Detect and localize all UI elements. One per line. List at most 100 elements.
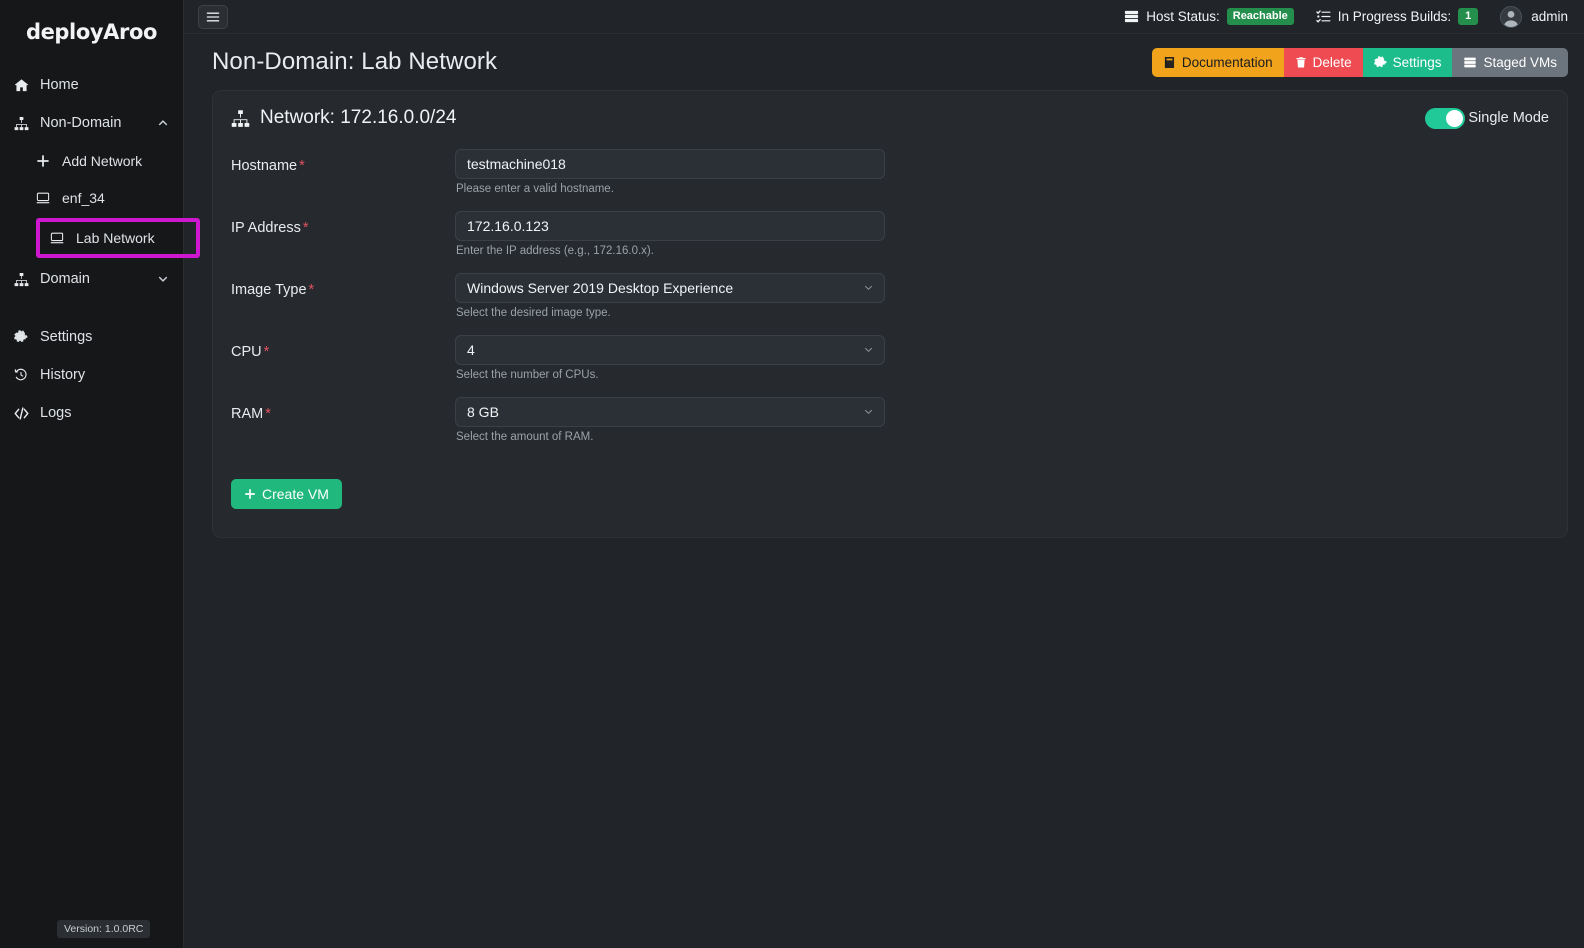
settings-button-label: Settings	[1392, 54, 1442, 70]
field-ram-help: Select the amount of RAM.	[456, 431, 594, 443]
ip-address-input[interactable]	[455, 211, 885, 241]
required-marker: *	[299, 158, 305, 174]
host-status-label: Host Status:	[1146, 8, 1220, 24]
create-vm-button[interactable]: Create VM	[231, 479, 342, 509]
required-marker: *	[308, 282, 315, 298]
sitemap-icon	[14, 116, 36, 131]
ram-select-wrap: 8 GB	[455, 397, 885, 427]
field-cpu-help: Select the number of CPUs.	[456, 369, 599, 381]
field-cpu-label-text: CPU	[231, 344, 262, 360]
server-icon	[1463, 56, 1477, 69]
server-icon	[1124, 9, 1139, 24]
user-menu[interactable]: admin	[1500, 5, 1568, 28]
sidebar-item-non-domain-label: Non-Domain	[40, 115, 122, 131]
host-status: Host Status: Reachable	[1124, 8, 1294, 25]
sidebar-item-settings[interactable]: Settings	[0, 318, 183, 356]
avatar	[1500, 5, 1523, 28]
vm-form: Hostname* Please enter a valid hostname.…	[213, 139, 1567, 537]
ram-select[interactable]: 8 GB	[455, 397, 885, 427]
field-hostname-control: Please enter a valid hostname.	[455, 149, 885, 205]
chevron-up-icon[interactable]	[157, 117, 169, 129]
list-check-icon	[1316, 9, 1331, 24]
toggle-switch[interactable]	[1425, 107, 1466, 129]
network-card-title-text: Network: 172.16.0.0/24	[260, 107, 457, 128]
page-header: Non-Domain: Lab Network Documentation De…	[184, 34, 1584, 90]
hostname-input[interactable]	[455, 149, 885, 179]
in-progress-builds: In Progress Builds: 1	[1316, 8, 1479, 25]
sidebar-item-lab-network-label: Lab Network	[76, 230, 155, 246]
field-hostname-label-text: Hostname	[231, 158, 298, 174]
main-area: Host Status: Reachable In Progress Build…	[184, 0, 1584, 948]
sidebar: deployAroo Home Non-Domain Add Network e…	[0, 0, 200, 948]
field-ip-address-label: IP Address *	[231, 211, 455, 236]
builds-count-badge: 1	[1458, 8, 1479, 25]
sidebar-item-home-label: Home	[40, 77, 79, 93]
field-image-type-control: Windows Server 2019 Desktop Experience S…	[455, 273, 885, 329]
field-ip-address-help: Enter the IP address (e.g., 172.16.0.x).	[456, 245, 654, 257]
sidebar-item-non-domain[interactable]: Non-Domain	[0, 104, 183, 142]
builds-label: In Progress Builds:	[1337, 8, 1452, 24]
hamburger-icon[interactable]	[198, 4, 228, 29]
field-hostname: Hostname* Please enter a valid hostname.	[231, 149, 1549, 205]
sidebar-item-enf-34-label: enf_34	[62, 189, 105, 206]
field-image-type-label: Image Type *	[231, 273, 455, 298]
field-ram-control: 8 GB Select the amount of RAM.	[455, 397, 885, 453]
page-title: Non-Domain: Lab Network	[212, 48, 498, 75]
field-image-type: Image Type * Windows Server 2019 Desktop …	[231, 273, 1549, 329]
plus-icon	[36, 154, 58, 168]
field-image-type-help: Select the desired image type.	[456, 307, 611, 319]
sidebar-item-enf-34[interactable]: enf_34	[22, 179, 183, 216]
settings-button[interactable]: Settings	[1362, 47, 1453, 77]
sidebar-item-add-network-label: Add Network	[62, 152, 143, 169]
staged-vms-button-label: Staged VMs	[1483, 54, 1557, 70]
sidebar-item-add-network[interactable]: Add Network	[22, 142, 183, 179]
sidebar-item-domain[interactable]: Domain	[0, 260, 183, 298]
brand-logo[interactable]: deployAroo	[0, 0, 183, 60]
cpu-select-wrap: 4	[455, 335, 885, 365]
brand-name: deployAroo	[25, 20, 158, 44]
topbar: Host Status: Reachable In Progress Build…	[184, 0, 1584, 34]
sitemap-icon	[231, 109, 250, 128]
required-marker: *	[265, 406, 271, 422]
field-cpu-control: 4 Select the number of CPUs.	[455, 335, 885, 391]
cpu-select[interactable]: 4	[455, 335, 885, 365]
single-mode-toggle[interactable]: Single Mode	[1425, 107, 1549, 129]
toggle-knob	[1446, 109, 1464, 127]
chevron-down-icon[interactable]	[157, 273, 169, 285]
field-cpu-label: CPU *	[231, 335, 455, 360]
sidebar-divider-gap	[0, 298, 183, 318]
clock-rotate-icon	[14, 368, 36, 382]
code-icon	[14, 406, 36, 421]
content-area: Network: 172.16.0.0/24 Single Mode Hostn…	[184, 90, 1584, 538]
sidebar-nav: Home Non-Domain Add Network enf_34 Lab N…	[0, 60, 200, 432]
field-ram-label-text: RAM	[231, 406, 264, 422]
username: admin	[1531, 9, 1568, 24]
single-mode-label: Single Mode	[1468, 110, 1549, 126]
gear-icon	[1373, 55, 1387, 69]
delete-button[interactable]: Delete	[1283, 47, 1363, 77]
sidebar-item-history-label: History	[40, 367, 86, 383]
create-vm-button-label: Create VM	[262, 486, 329, 502]
sidebar-item-logs[interactable]: Logs	[0, 394, 183, 432]
sidebar-item-history[interactable]: History	[0, 356, 183, 394]
sidebar-item-home[interactable]: Home	[0, 66, 183, 104]
sidebar-subnav-non-domain: Add Network enf_34 Lab Network	[0, 142, 200, 258]
image-type-select-wrap: Windows Server 2019 Desktop Experience	[455, 273, 885, 303]
home-icon	[14, 78, 36, 93]
sidebar-item-domain-label: Domain	[40, 271, 90, 287]
field-ram: RAM * 8 GB Select the amount of RAM.	[231, 397, 1549, 453]
field-ip-address-control: Enter the IP address (e.g., 172.16.0.x).	[455, 211, 885, 267]
documentation-button[interactable]: Documentation	[1151, 47, 1284, 77]
required-marker: *	[263, 344, 270, 360]
field-cpu: CPU * 4 Select the number of CPUs.	[231, 335, 1549, 391]
version-badge: Version: 1.0.0RC	[57, 920, 151, 938]
field-hostname-label: Hostname *	[231, 149, 455, 174]
field-ram-label: RAM *	[231, 397, 455, 422]
plus-icon	[244, 488, 256, 500]
field-ip-address-label-text: IP Address	[231, 220, 301, 236]
staged-vms-button[interactable]: Staged VMs	[1452, 47, 1568, 77]
sidebar-item-lab-network[interactable]: Lab Network	[36, 218, 200, 258]
image-type-select[interactable]: Windows Server 2019 Desktop Experience	[455, 273, 885, 303]
sidebar-item-logs-label: Logs	[40, 405, 72, 421]
book-icon	[1163, 56, 1176, 69]
